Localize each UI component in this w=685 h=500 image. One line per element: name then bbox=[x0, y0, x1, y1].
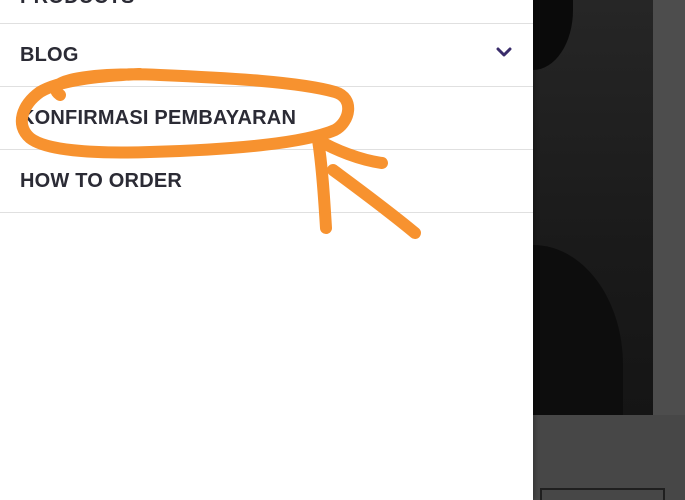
navigation-drawer: PRODUCTS BLOG KONFIRMASI PEMBAYARAN HOW … bbox=[0, 0, 533, 500]
menu-item-konfirmasi-pembayaran[interactable]: KONFIRMASI PEMBAYARAN bbox=[0, 87, 533, 150]
menu-item-label: KONFIRMASI PEMBAYARAN bbox=[20, 107, 297, 129]
menu-item-label: BLOG bbox=[20, 44, 79, 66]
screen: PRODUCTS BLOG KONFIRMASI PEMBAYARAN HOW … bbox=[0, 0, 685, 500]
menu-item-label: PRODUCTS bbox=[20, 0, 135, 9]
menu-item-how-to-order[interactable]: HOW TO ORDER bbox=[0, 150, 533, 213]
chevron-down-icon[interactable] bbox=[494, 42, 514, 62]
background-button-outline bbox=[540, 488, 665, 500]
menu-item-products[interactable]: PRODUCTS bbox=[0, 0, 533, 24]
menu-item-blog[interactable]: BLOG bbox=[0, 24, 533, 87]
menu-item-label: HOW TO ORDER bbox=[20, 170, 183, 192]
